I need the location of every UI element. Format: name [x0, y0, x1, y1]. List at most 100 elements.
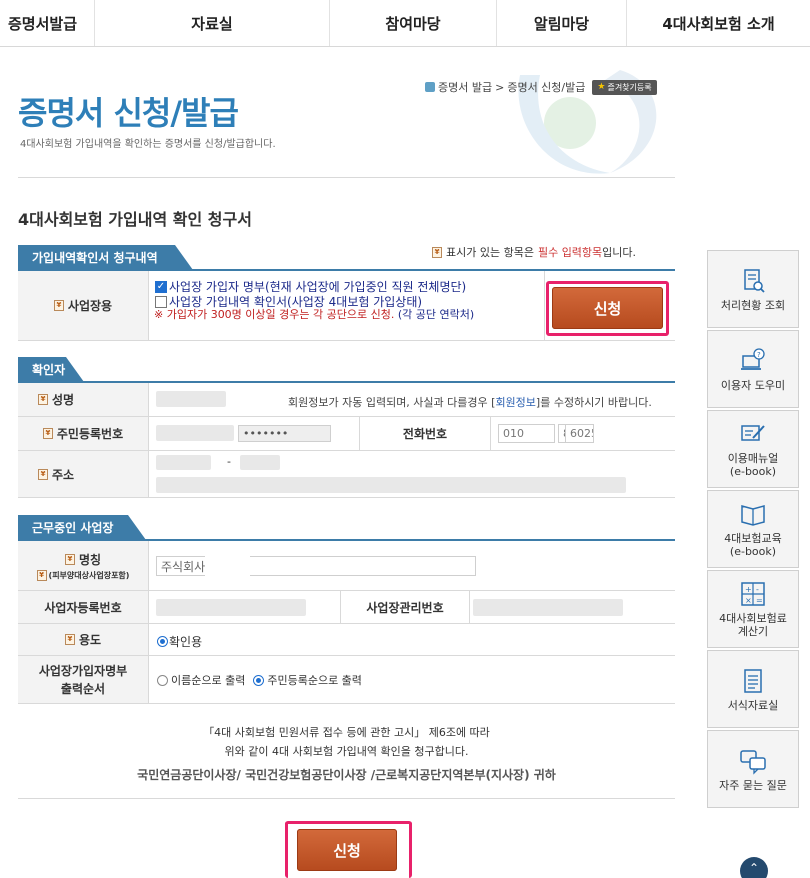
required-mark-icon: ¥ — [64, 553, 75, 565]
phone-part-1[interactable]: 010 — [498, 424, 555, 443]
laptop-help-icon: ? — [741, 347, 765, 370]
column-divider — [148, 624, 149, 655]
label-text: 명칭 — [78, 552, 102, 567]
highlight-frame — [546, 281, 669, 336]
quick-forms[interactable]: 서식자료실 — [707, 650, 799, 728]
required-note-suffix: 입니다. — [602, 246, 637, 259]
label-biz-no: 사업자등록번호 — [18, 591, 148, 623]
label-business-use: ¥ 사업장용 — [18, 271, 148, 340]
breadcrumb-home[interactable]: 증명서 발급 — [438, 79, 492, 95]
purpose-value: 확인용 — [169, 635, 203, 649]
breadcrumb-current: 증명서 신청/발급 — [507, 81, 586, 94]
tab-workplace: 근무중인 사업장 — [18, 515, 146, 540]
label-text: 사업장용 — [67, 299, 113, 313]
quick-label: 서식자료실 — [727, 698, 779, 712]
nav-certificate[interactable]: 증명서발급 — [0, 0, 95, 46]
row-address: ¥ 주소 - — [18, 451, 675, 498]
nav-notice[interactable]: 알림마당 — [497, 0, 627, 46]
tab-verifier: 확인자 — [18, 357, 84, 382]
svg-text:×: × — [745, 596, 752, 605]
label-address: ¥ 주소 — [18, 451, 148, 497]
logo-watermark-icon — [518, 70, 657, 174]
column-divider — [469, 591, 470, 623]
required-mark-icon: ¥ — [432, 246, 442, 258]
closing-divider — [18, 798, 675, 799]
order-option-name: 이름순으로 출력 — [171, 674, 246, 687]
column-divider — [148, 383, 149, 416]
phone-part-3[interactable]: 6025 — [565, 424, 594, 443]
chevron-up-icon: ⌃ — [748, 861, 760, 875]
bookmark-label: 즐겨찾기등록 — [607, 82, 652, 92]
company-name-input[interactable]: 주식회사 — [156, 556, 476, 576]
book-icon — [741, 505, 765, 526]
label-rrn: ¥ 주민등록번호 — [18, 417, 148, 450]
scroll-top-button[interactable]: ⌃ — [740, 857, 768, 878]
agency-contact-link[interactable]: (각 공단 연락처) — [398, 308, 474, 321]
svg-text:-: - — [756, 585, 759, 594]
closing-line-1: 「4대 사회보험 민원서류 접수 등에 관한 고시」 제6조에 따라 — [203, 726, 490, 739]
column-divider — [544, 271, 545, 340]
row-rrn: ¥ 주민등록번호 ••••••• 전화번호 010 8889 — [18, 417, 675, 451]
label-text: 용도 — [78, 633, 102, 647]
breadcrumb-separator: > — [495, 80, 505, 94]
page-description: 4대사회보험 가입내역을 확인하는 증명서를 신청/발급합니다. — [20, 139, 276, 150]
document-icon — [744, 668, 762, 693]
required-mark-icon: ¥ — [38, 468, 48, 480]
radio-confirm[interactable] — [157, 636, 168, 647]
header-divider — [18, 177, 675, 178]
column-divider — [490, 417, 491, 450]
radio-order-name[interactable] — [157, 674, 168, 686]
label-purpose: ¥ 용도 — [18, 624, 148, 655]
label-text: 주민등록번호 — [56, 427, 124, 441]
name-note-pre: 회원정보가 자동 입력되며, 사실과 다를경우 [ — [288, 396, 496, 409]
label-text-2: 출력순서 — [60, 682, 106, 696]
label-text: 성명 — [52, 393, 75, 407]
warning-red: ※ 가입자가 300명 이상일 경우는 각 공단으로 신청. — [154, 308, 395, 321]
column-divider — [148, 656, 149, 703]
label-name: ¥ 성명 — [18, 383, 148, 416]
quick-education[interactable]: 4대보험교육 (e-book) — [707, 490, 799, 568]
column-divider — [148, 451, 149, 497]
member-info-link[interactable]: 회원정보 — [495, 396, 535, 409]
nav-participation[interactable]: 참여마당 — [330, 0, 497, 46]
mgmt-no-masked — [473, 599, 623, 616]
column-divider — [148, 271, 149, 340]
checkbox-member-list[interactable]: ✓ — [155, 280, 167, 293]
quick-user-helper[interactable]: ? 이용자 도우미 — [707, 330, 799, 408]
checkbox-enrollment-confirm[interactable] — [155, 295, 167, 308]
quick-faq[interactable]: 자주 묻는 질문 — [707, 730, 799, 808]
label-company-sub: ¥ (피부양대상사업장포함) — [36, 569, 130, 581]
required-mark-icon: ¥ — [42, 428, 53, 439]
label-sub-text: (피부양대상사업장포함) — [48, 570, 130, 580]
rrn-front-masked — [156, 425, 234, 441]
quick-label: 자주 묻는 질문 — [719, 778, 787, 792]
nav-about[interactable]: 4대사회보험 소개 — [627, 0, 810, 46]
zipcode-2-masked — [240, 455, 280, 470]
bookmark-button[interactable]: ★ 즐겨찾기등록 — [592, 79, 657, 95]
quick-manual[interactable]: 이용매뉴얼 (e-book) — [707, 410, 799, 488]
name-value-masked — [156, 391, 226, 407]
highlight-frame — [285, 821, 412, 878]
zipcode-dash: - — [227, 455, 231, 468]
closing-line-2: 위와 같이 4대 사회보험 가입내역 확인을 청구합니다. — [224, 745, 469, 758]
radio-order-rrn[interactable] — [253, 674, 265, 686]
required-note-prefix: 표시가 있는 항목은 — [446, 246, 534, 259]
required-mark-icon: ¥ — [38, 394, 48, 405]
column-divider — [148, 541, 149, 590]
home-icon[interactable] — [425, 82, 435, 92]
label-mgmt-no: 사업장관리번호 — [341, 591, 469, 623]
checklist-search-icon — [744, 268, 765, 293]
warning-text: ※ 가입자가 300명 이상일 경우는 각 공단으로 신청. (각 공단 연락처… — [154, 308, 544, 322]
label-text-1: 사업장가입자명부 — [38, 664, 128, 678]
label-phone: 전화번호 — [360, 417, 490, 450]
purpose-radio[interactable]: 확인용 — [157, 633, 202, 650]
form-title: 4대사회보험 가입내역 확인 청구서 — [18, 210, 252, 229]
required-mark-icon: ¥ — [64, 634, 75, 645]
quick-status-lookup[interactable]: 처리현황 조회 — [707, 250, 799, 328]
quick-calculator[interactable]: + - × = 4대사회보험료 계산기 — [707, 570, 799, 648]
address-masked — [156, 477, 626, 493]
quick-label: 이용매뉴얼 (e-book) — [727, 452, 779, 478]
nav-library[interactable]: 자료실 — [95, 0, 330, 46]
row-company-name: ¥ 명칭 ¥ (피부양대상사업장포함) 주식회사 — [18, 541, 675, 591]
quick-label: 처리현황 조회 — [720, 298, 786, 312]
